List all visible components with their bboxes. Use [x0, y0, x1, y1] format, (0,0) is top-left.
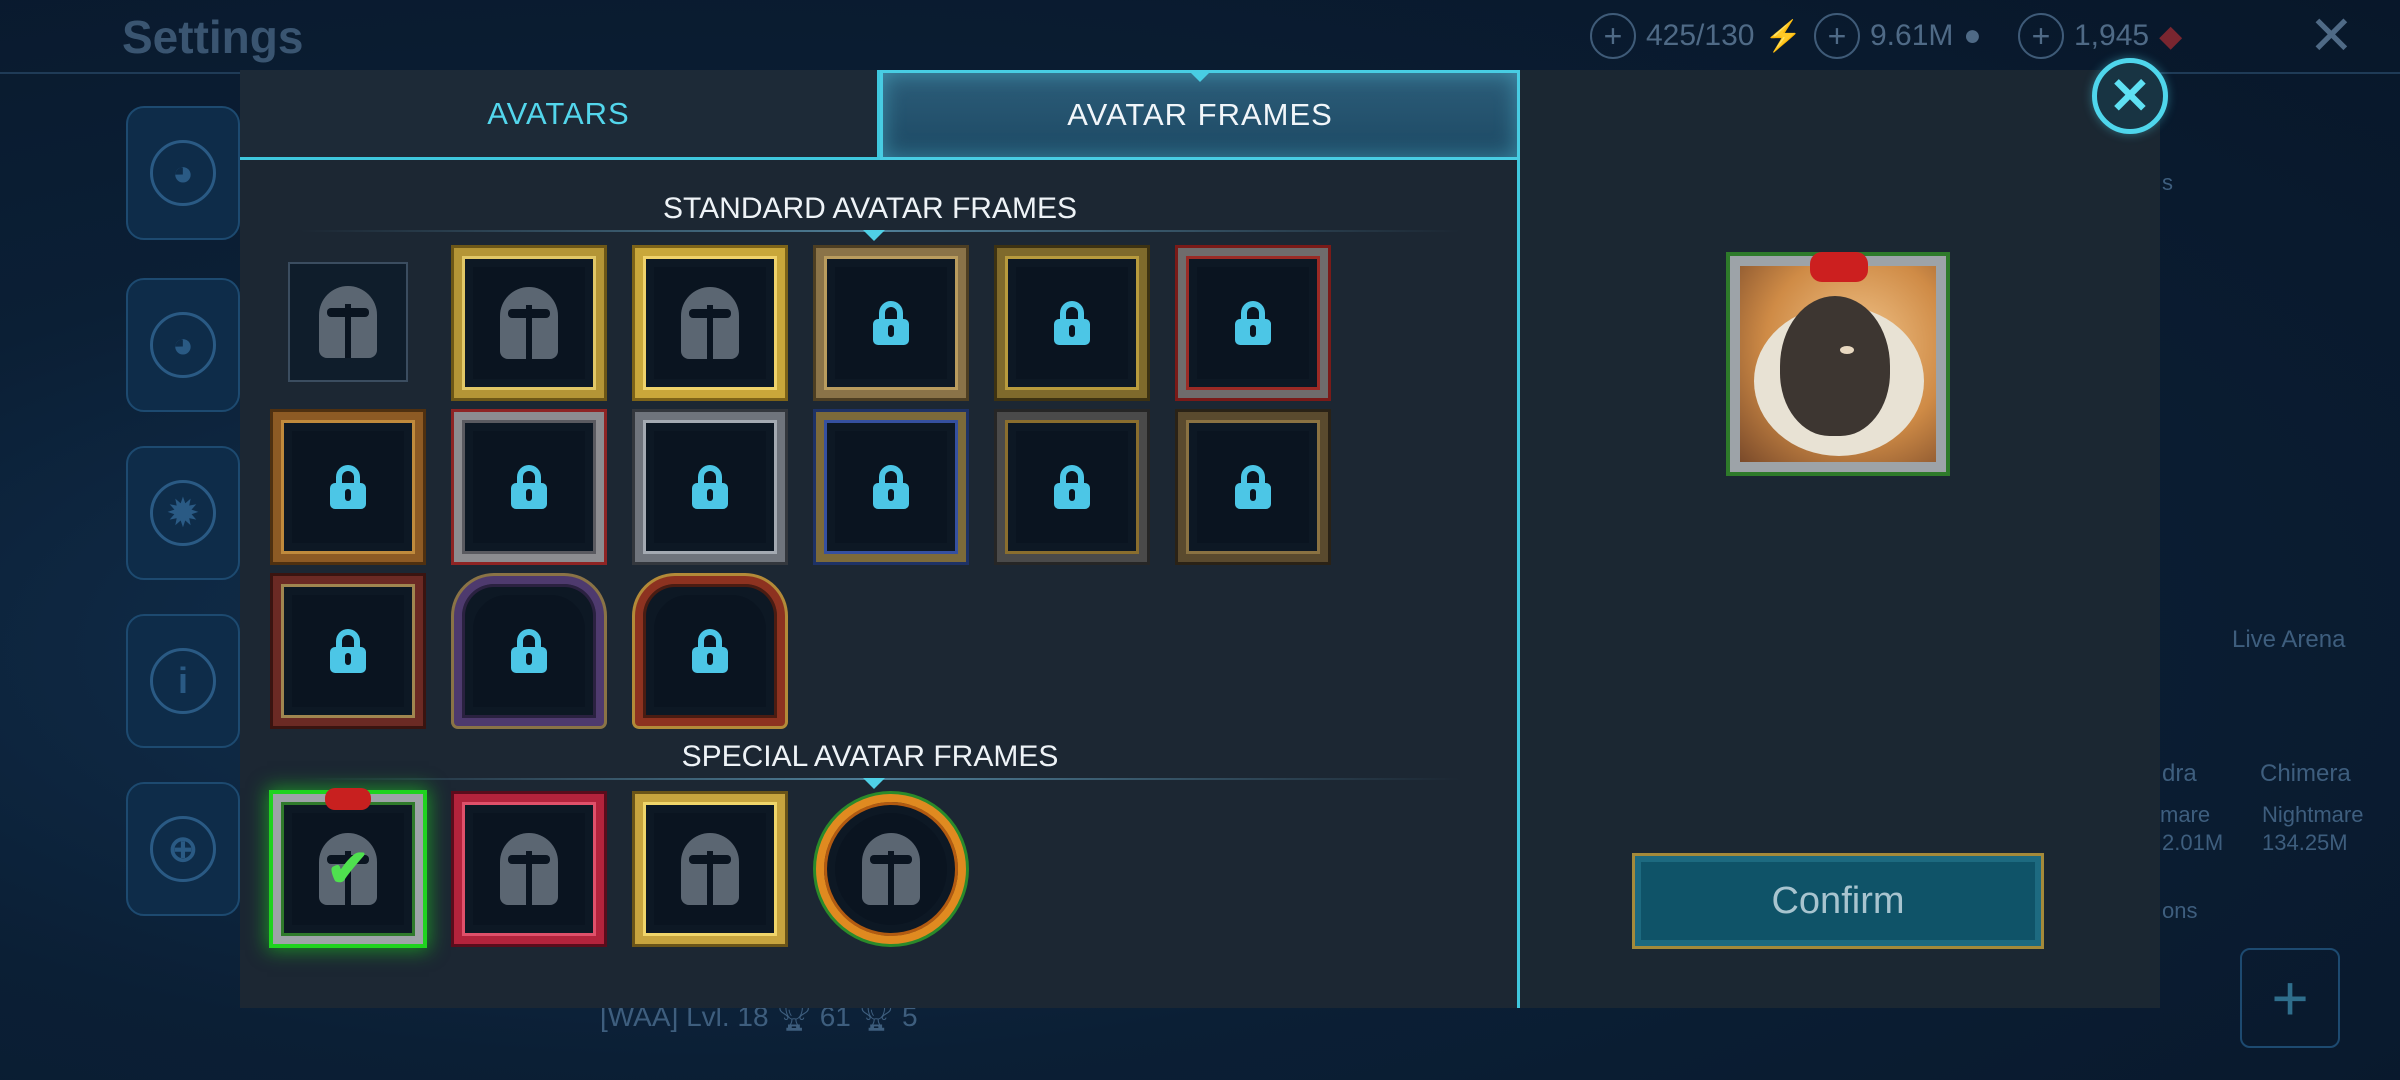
- sheep-eye: [1840, 346, 1854, 354]
- sidebar-item-settings[interactable]: ✹: [126, 446, 240, 580]
- active-tab-indicator: [1188, 70, 1212, 82]
- user-icon: ◕: [150, 140, 216, 206]
- frame-tile[interactable]: [635, 248, 785, 398]
- globe-icon: ⊕: [150, 816, 216, 882]
- settings-close-icon[interactable]: ✕: [2309, 4, 2354, 67]
- frame-tile-locked[interactable]: [1178, 248, 1328, 398]
- close-icon[interactable]: ✕: [2092, 58, 2168, 134]
- lock-icon: [1054, 465, 1090, 509]
- boss-right-score: 134.25M: [2262, 830, 2348, 855]
- resource-gems[interactable]: + 1,945 ◆: [2018, 10, 2182, 62]
- standard-frames-title: STANDARD AVATAR FRAMES: [663, 192, 1077, 225]
- gem-icon: ◆: [2159, 19, 2183, 53]
- sidebar-item-account[interactable]: ◕: [126, 278, 240, 412]
- confirm-button[interactable]: Confirm: [1632, 853, 2044, 949]
- boss-left-score: 2.01M: [2162, 830, 2224, 855]
- sidebar-item-profile[interactable]: ◕: [126, 106, 240, 240]
- plus-icon[interactable]: +: [1814, 13, 1860, 59]
- resource-energy[interactable]: + 425/130 ⚡: [1590, 10, 1802, 62]
- silver-icon: ●: [1963, 19, 1982, 52]
- lock-icon: [330, 629, 366, 673]
- section-notch: [863, 230, 885, 241]
- plus-icon[interactable]: +: [1590, 13, 1636, 59]
- sidebar-item-info[interactable]: i: [126, 614, 240, 748]
- account-icon: ◕: [150, 312, 216, 378]
- resource-energy-value: 425/130: [1646, 19, 1755, 52]
- gear-icon: ✹: [150, 480, 216, 546]
- resource-silver-value: 9.61M: [1870, 19, 1954, 52]
- lock-icon: [692, 629, 728, 673]
- frame-tile-locked[interactable]: [997, 248, 1147, 398]
- frame-tile-locked[interactable]: [454, 576, 604, 726]
- frame-tile-locked[interactable]: [635, 412, 785, 562]
- boss-right-difficulty: Nightmare: [2262, 802, 2364, 827]
- frame-tile-selected[interactable]: ✔: [273, 788, 423, 944]
- helmet-icon: [862, 833, 920, 905]
- frame-tile[interactable]: [816, 794, 966, 944]
- resource-gems-value: 1,945: [2074, 19, 2150, 52]
- frame-tile-locked[interactable]: [997, 412, 1147, 562]
- frame-tile-locked[interactable]: [635, 576, 785, 726]
- lock-icon: [1235, 465, 1271, 509]
- frame-tile[interactable]: [288, 262, 408, 382]
- helmet-icon: [681, 287, 739, 359]
- avatar-preview: [1730, 256, 1946, 472]
- frame-tile-locked[interactable]: [273, 576, 423, 726]
- frame-tile[interactable]: [454, 248, 604, 398]
- boss-left-name: dra: [2162, 760, 2197, 787]
- lock-icon: [692, 465, 728, 509]
- helmet-icon: [500, 833, 558, 905]
- frame-tile[interactable]: [635, 794, 785, 944]
- bg-panel-label-top: s: [2162, 170, 2173, 195]
- lock-icon: [1054, 301, 1090, 345]
- helmet-icon: [319, 286, 377, 358]
- section-notch: [863, 778, 885, 789]
- frame-tile[interactable]: [454, 794, 604, 944]
- frame-tile-locked[interactable]: [273, 412, 423, 562]
- frame-tile-locked[interactable]: [454, 412, 604, 562]
- lock-icon: [330, 465, 366, 509]
- sidebar-item-language[interactable]: ⊕: [126, 782, 240, 916]
- lock-icon: [873, 301, 909, 345]
- frame-tile-locked[interactable]: [1178, 412, 1328, 562]
- helmet-icon: [500, 287, 558, 359]
- lock-icon: [1235, 301, 1271, 345]
- add-icon[interactable]: +: [2240, 948, 2340, 1048]
- frame-tile-locked[interactable]: [816, 248, 966, 398]
- special-frames-title: SPECIAL AVATAR FRAMES: [681, 740, 1059, 773]
- energy-icon: ⚡: [1764, 19, 1802, 53]
- sheep-head: [1780, 296, 1890, 436]
- resource-silver[interactable]: + 9.61M ●: [1814, 10, 1982, 62]
- page-title: Settings: [122, 11, 304, 63]
- lock-icon: [511, 629, 547, 673]
- plus-icon[interactable]: +: [2018, 13, 2064, 59]
- live-arena-label: Live Arena: [2232, 626, 2346, 653]
- bg-panel-label-bottom: ons: [2162, 898, 2198, 923]
- lock-icon: [511, 465, 547, 509]
- boss-right-name: Chimera: [2260, 760, 2351, 787]
- tab-avatar-frames[interactable]: AVATAR FRAMES: [880, 70, 1520, 160]
- checkmark-icon: ✔: [326, 840, 370, 898]
- lock-icon: [873, 465, 909, 509]
- boss-left-difficulty: mare: [2160, 802, 2211, 827]
- bow-icon: [1810, 252, 1868, 282]
- tab-avatars[interactable]: AVATARS: [240, 70, 880, 160]
- helmet-icon: [681, 833, 739, 905]
- info-icon: i: [150, 648, 216, 714]
- bow-icon: [325, 788, 371, 810]
- frame-tile-locked[interactable]: [816, 412, 966, 562]
